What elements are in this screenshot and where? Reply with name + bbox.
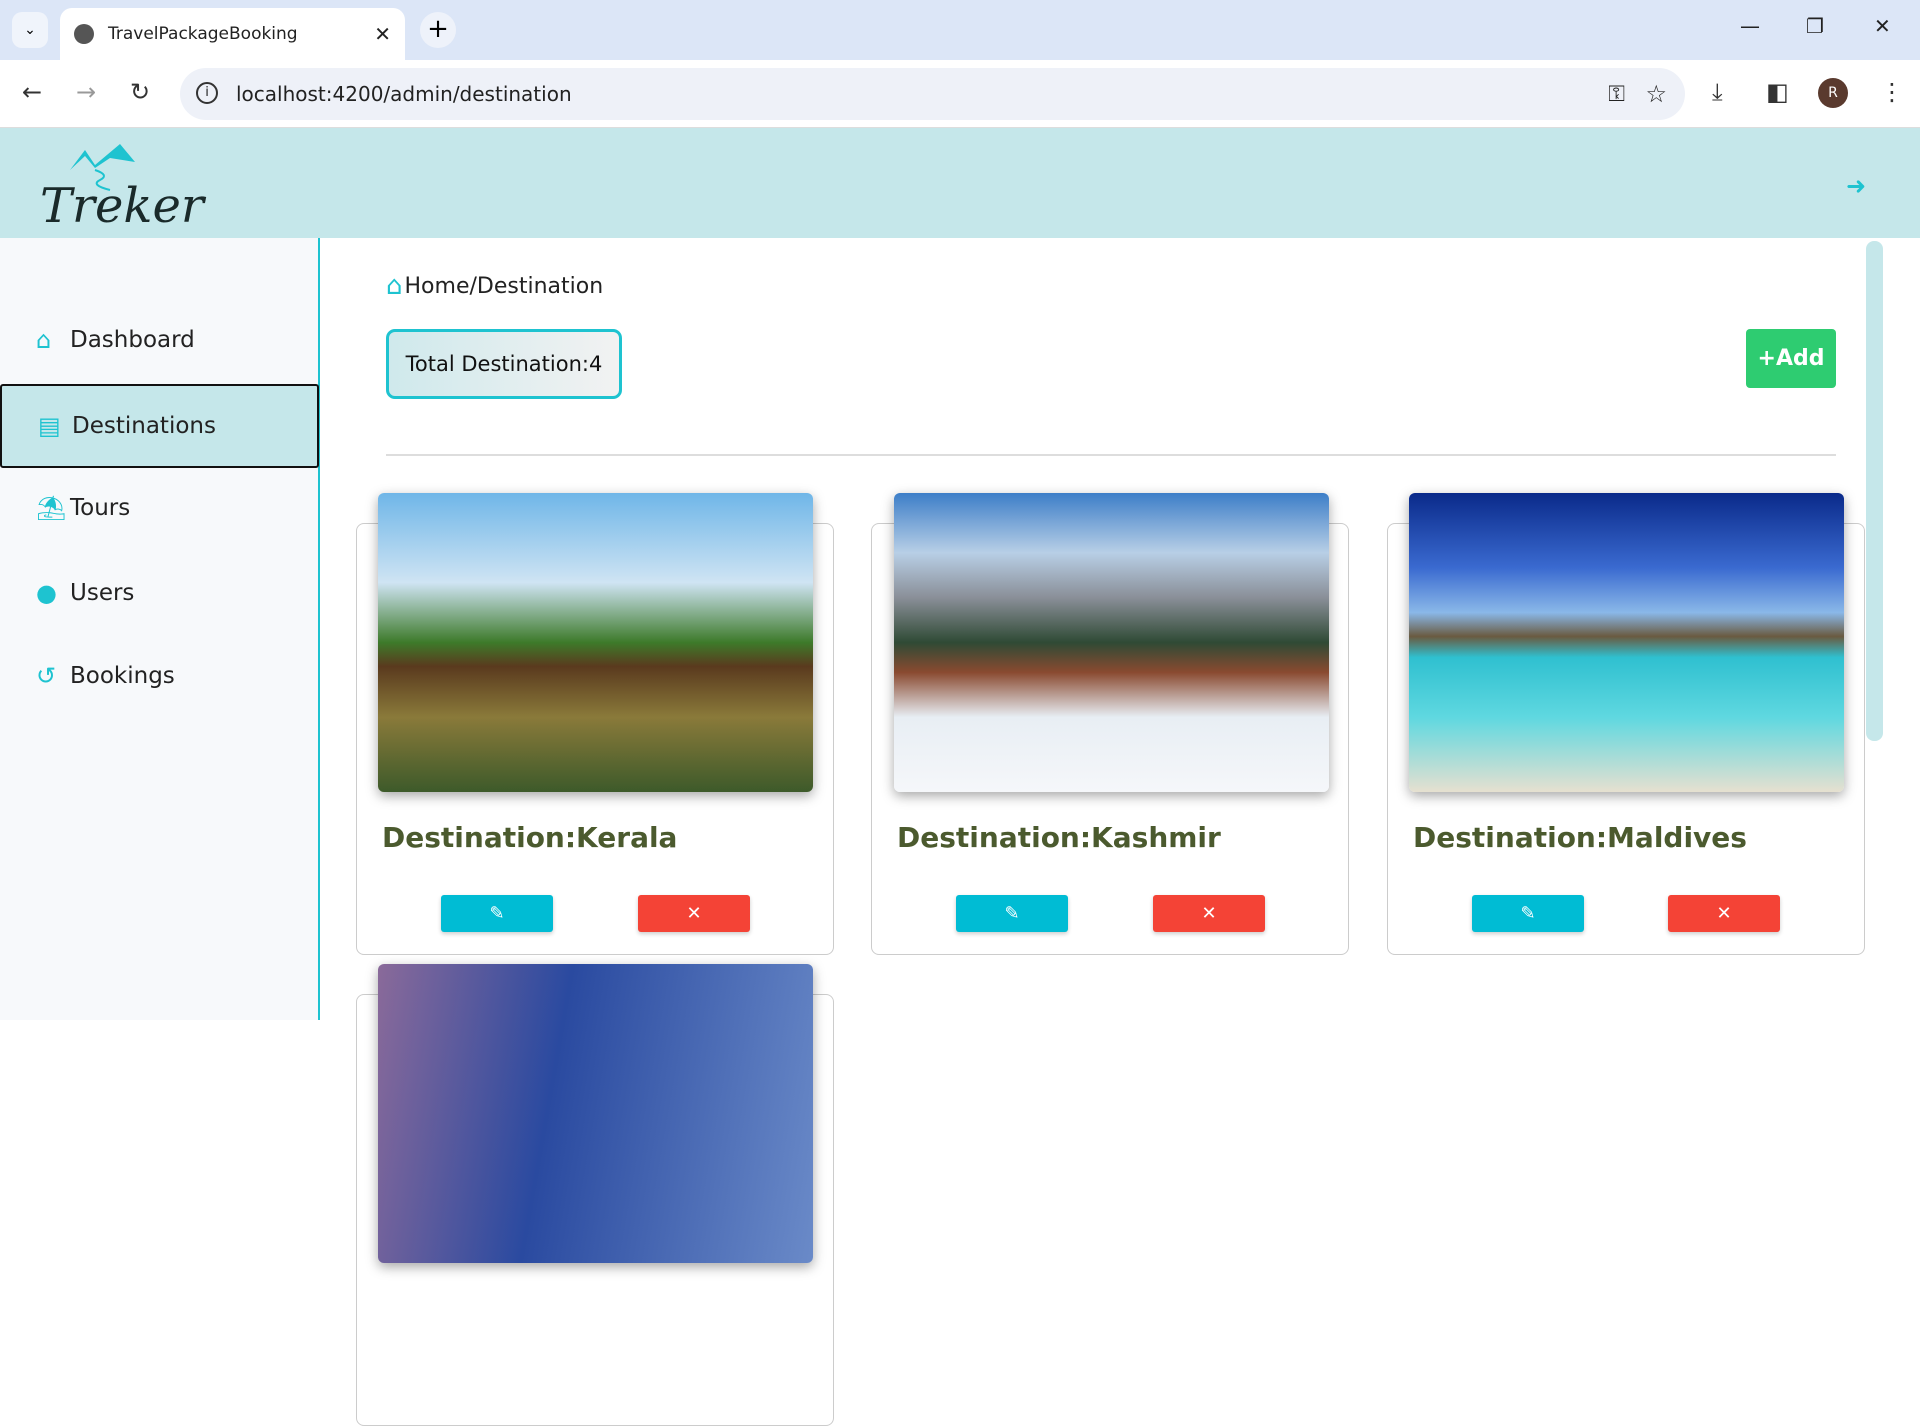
reload-button[interactable]: ↻ [130, 78, 150, 106]
edit-button[interactable]: ✎ [441, 895, 553, 932]
sidebar-item-dashboard[interactable]: ⌂ Dashboard [0, 300, 319, 380]
edit-button[interactable]: ✎ [1472, 895, 1584, 932]
star-icon[interactable]: ☆ [1645, 80, 1667, 108]
maldives-image [1409, 493, 1844, 792]
kashmir-image [894, 493, 1329, 792]
sidebar: ⌂ Dashboard ▤ Destinations ⛱ Tours ● Users ↺… [0, 238, 320, 1020]
tab-search-button[interactable]: ⌄ [12, 12, 48, 48]
history-icon: ↺ [36, 662, 57, 690]
key-icon[interactable]: ⚿ [1608, 82, 1625, 107]
browser-tab[interactable]: TravelPackageBooking ✕ [60, 8, 405, 60]
close-icon: ✕ [686, 903, 702, 924]
card-title: Destination:Maldives [1413, 821, 1747, 854]
restore-button[interactable]: ❐ [1806, 14, 1824, 38]
destination-image [378, 964, 813, 1263]
delete-button[interactable]: ✕ [1153, 895, 1265, 932]
svg-text:Treker: Treker [40, 178, 207, 230]
edit-icon: ✎ [1520, 903, 1536, 924]
delete-button[interactable]: ✕ [1668, 895, 1780, 932]
close-tab-icon[interactable]: ✕ [374, 22, 391, 46]
umbrella-beach-icon: ⛱ [36, 494, 67, 522]
add-destination-button[interactable]: +Add [1746, 329, 1836, 388]
close-icon: ✕ [1201, 903, 1217, 924]
tab-title: TravelPackageBooking [108, 24, 298, 44]
treker-logo[interactable]: Treker [40, 140, 220, 230]
sidebar-item-label: Tours [70, 495, 131, 521]
minimize-button[interactable]: — [1740, 14, 1760, 38]
close-icon: ✕ [1716, 903, 1732, 924]
total-destination-badge: Total Destination:4 [386, 329, 622, 399]
divider [386, 454, 1836, 456]
breadcrumb-text: Home/Destination [404, 273, 604, 299]
edit-button[interactable]: ✎ [956, 895, 1068, 932]
menu-icon[interactable]: ⋮ [1880, 78, 1904, 106]
sidebar-item-destinations[interactable]: ▤ Destinations [0, 384, 319, 468]
close-window-button[interactable]: ✕ [1874, 14, 1891, 38]
edit-icon: ✎ [489, 903, 505, 924]
sidebar-item-label: Bookings [70, 663, 175, 689]
new-tab-button[interactable]: + [420, 12, 456, 48]
sidebar-item-label: Users [70, 580, 135, 606]
side-panel-icon[interactable]: ◧ [1766, 78, 1789, 106]
sidebar-item-users[interactable]: ● Users [0, 553, 319, 633]
sidebar-item-label: Dashboard [70, 327, 195, 353]
edit-icon: ✎ [1004, 903, 1020, 924]
forward-button[interactable]: → [76, 78, 96, 106]
url-input[interactable]: i localhost:4200/admin/destination ⚿ ☆ [180, 68, 1685, 120]
site-info-icon[interactable]: i [196, 82, 218, 104]
url-text: localhost:4200/admin/destination [236, 82, 572, 106]
app-header: Treker ➜ [0, 128, 1920, 238]
back-button[interactable]: ← [22, 78, 42, 106]
scrollbar[interactable] [1866, 241, 1883, 741]
breadcrumb: ⌂ Home/Destination [386, 271, 603, 301]
sidebar-item-label: Destinations [72, 413, 216, 439]
card-title: Destination:Kashmir [897, 821, 1221, 854]
delete-button[interactable]: ✕ [638, 895, 750, 932]
profile-avatar[interactable]: R [1818, 78, 1848, 108]
download-icon[interactable]: ⤓ [1712, 78, 1723, 106]
sidebar-item-tours[interactable]: ⛱ Tours [0, 468, 319, 548]
home-icon[interactable]: ⌂ [386, 271, 403, 301]
main-content: ⌂ Home/Destination Total Destination:4 +A… [322, 238, 1920, 1426]
logout-icon[interactable]: ➜ [1846, 172, 1866, 200]
globe-icon [74, 24, 94, 44]
home-icon: ⌂ [36, 326, 52, 354]
address-bar-row: ← → ↻ i localhost:4200/admin/destination… [0, 60, 1920, 128]
browser-tab-bar: ⌄ TravelPackageBooking ✕ + — ❐ ✕ [0, 0, 1920, 60]
user-icon: ● [36, 579, 57, 607]
sidebar-item-bookings[interactable]: ↺ Bookings [0, 636, 319, 716]
book-icon: ▤ [38, 412, 61, 440]
kerala-image [378, 493, 813, 792]
card-title: Destination:Kerala [382, 821, 678, 854]
